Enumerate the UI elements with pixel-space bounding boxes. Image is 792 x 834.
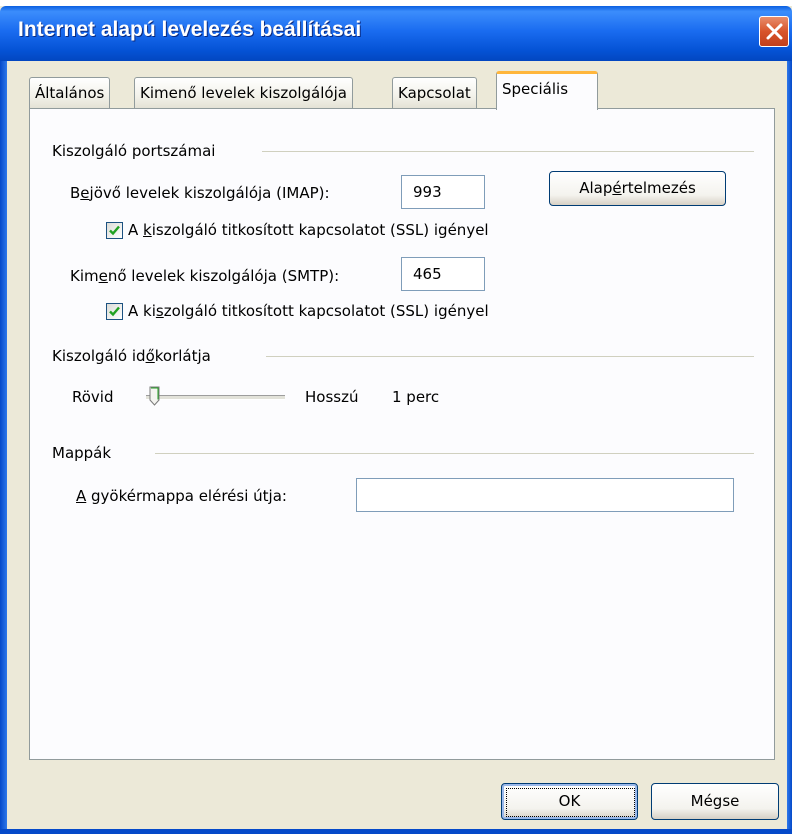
group-label-timeout: Kiszolgáló időkorlátja bbox=[52, 347, 211, 365]
root-folder-label: A gyökérmappa elérési útja: bbox=[76, 487, 287, 505]
tab-outgoing-server[interactable]: Kimenő levelek kiszolgálója bbox=[134, 77, 353, 108]
tab-label: Kapcsolat bbox=[398, 84, 471, 102]
tab-advanced[interactable]: Speciális bbox=[496, 71, 598, 110]
tab-label: Speciális bbox=[502, 80, 569, 98]
cancel-button-label: Mégse bbox=[690, 792, 740, 810]
timeout-min-label: Rövid bbox=[72, 388, 114, 406]
timeout-slider-track[interactable] bbox=[146, 395, 285, 400]
tab-panel-advanced: Kiszolgáló portszámai Bejövő levelek kis… bbox=[29, 108, 775, 760]
timeout-value: 1 perc bbox=[392, 388, 440, 406]
title-bar[interactable]: Internet alapú levelezés beállításai bbox=[0, 6, 792, 61]
tab-general[interactable]: Általános bbox=[29, 77, 111, 108]
slider-thumb-icon[interactable] bbox=[149, 386, 160, 406]
checkmark-icon bbox=[109, 225, 120, 236]
group-label-ports: Kiszolgáló portszámai bbox=[52, 142, 216, 160]
group-divider bbox=[155, 453, 754, 454]
close-button[interactable] bbox=[759, 16, 789, 47]
tab-connection[interactable]: Kapcsolat bbox=[392, 77, 477, 108]
window-frame-left bbox=[0, 61, 7, 834]
outgoing-ssl-checkbox[interactable] bbox=[106, 303, 123, 320]
close-icon bbox=[766, 23, 783, 40]
window-title: Internet alapú levelezés beállításai bbox=[18, 18, 362, 41]
focus-ring bbox=[506, 788, 635, 817]
window-frame-bottom bbox=[0, 829, 792, 834]
incoming-server-label: Bejövő levelek kiszolgálója (IMAP): bbox=[70, 184, 330, 202]
checkmark-icon bbox=[109, 306, 120, 317]
timeout-max-label: Hosszú bbox=[305, 388, 359, 406]
outgoing-server-label: Kimenő levelek kiszolgálója (SMTP): bbox=[70, 267, 340, 285]
cancel-button[interactable]: Mégse bbox=[651, 783, 779, 820]
group-divider bbox=[262, 151, 754, 152]
outgoing-ssl-label: A kiszolgáló titkosított kapcsolatot (SS… bbox=[128, 302, 489, 320]
incoming-ssl-checkbox[interactable] bbox=[106, 222, 123, 239]
window-frame-right bbox=[787, 61, 792, 834]
ok-button[interactable]: OK bbox=[501, 783, 638, 820]
restore-defaults-button[interactable]: Alapértelmezés bbox=[549, 171, 726, 206]
outgoing-port-input[interactable]: 465 bbox=[401, 257, 485, 291]
incoming-port-input[interactable]: 993 bbox=[401, 175, 485, 209]
tab-label: Általános bbox=[35, 84, 105, 102]
root-folder-path-input[interactable] bbox=[356, 478, 734, 512]
group-label-folders: Mappák bbox=[52, 444, 112, 462]
incoming-ssl-label: A kiszolgáló titkosított kapcsolatot (SS… bbox=[128, 221, 489, 239]
dialog-window: Internet alapú levelezés beállításai Ált… bbox=[0, 6, 792, 834]
tab-label: Kimenő levelek kiszolgálója bbox=[140, 84, 347, 102]
group-divider bbox=[266, 356, 754, 357]
